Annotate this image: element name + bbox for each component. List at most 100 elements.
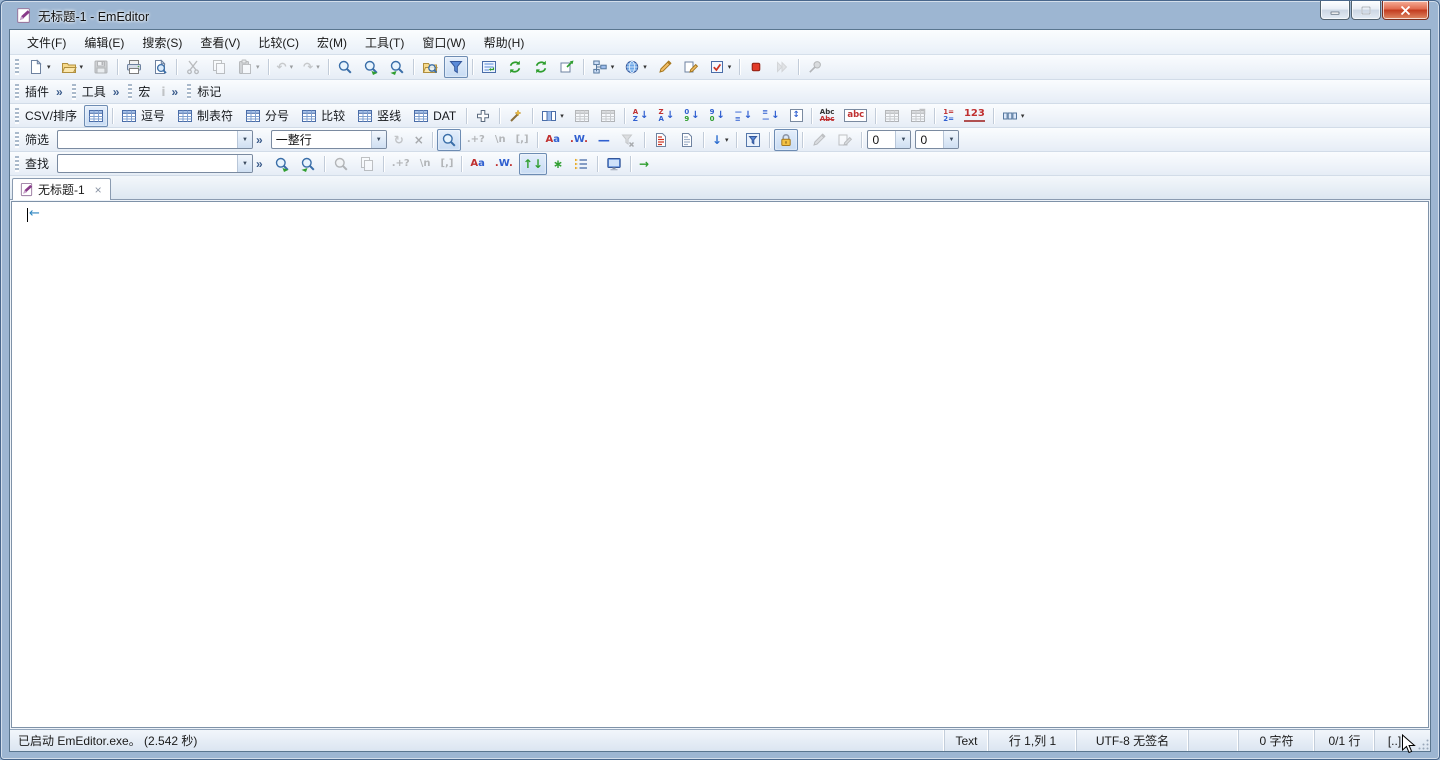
find-in-files-button[interactable] (385, 56, 409, 78)
filter-overflow-chevron[interactable]: » (256, 133, 263, 147)
replace-button[interactable] (359, 56, 383, 78)
menu-view[interactable]: 查看(V) (191, 30, 249, 55)
duplicate-options-button[interactable]: abc (840, 105, 871, 127)
editor-canvas[interactable]: ← (11, 201, 1429, 728)
toolbar-grip[interactable] (15, 108, 19, 124)
toolbar-grip[interactable] (15, 132, 19, 148)
csv-dat-button[interactable]: DAT (409, 105, 462, 127)
print-button[interactable] (122, 56, 146, 78)
filter-direction-button[interactable]: ↓▾ (708, 129, 733, 151)
show-unmatched-lines-button[interactable] (675, 129, 699, 151)
close-button[interactable] (1382, 1, 1429, 20)
tab-close-button[interactable]: × (93, 183, 104, 197)
menu-help[interactable]: 帮助(H) (475, 30, 534, 55)
find-match-case-button[interactable]: Aa (466, 153, 489, 175)
advanced-sort-button[interactable]: ↕ (786, 105, 807, 127)
marker-2-button[interactable] (679, 56, 703, 78)
csv-normal-mode-button[interactable] (84, 105, 108, 127)
dropdown-arrow-icon[interactable]: ▼ (943, 131, 958, 148)
status-doc-type[interactable]: Text (944, 730, 988, 751)
filter-find-button[interactable] (437, 129, 461, 151)
add-csv-format-button[interactable] (471, 105, 495, 127)
record-macro-button[interactable] (744, 56, 768, 78)
negative-filter-button[interactable]: — (594, 129, 614, 151)
sort-length-asc-button[interactable]: —≡↓ (731, 105, 756, 127)
sort-0-9-button[interactable]: 09↓ (680, 105, 703, 127)
csv-pipe-button[interactable]: 竖线 (353, 105, 407, 127)
select-column-button[interactable]: ▾ (537, 105, 568, 127)
refresh-view-button[interactable] (529, 56, 553, 78)
menu-file[interactable]: 文件(F) (18, 30, 75, 55)
menu-search[interactable]: 搜索(S) (133, 30, 191, 55)
show-matched-lines-button[interactable] (649, 129, 673, 151)
sort-9-0-button[interactable]: 90↓ (706, 105, 729, 127)
toolbar-grip[interactable] (72, 84, 76, 100)
customize-button[interactable]: ▾ (705, 56, 736, 78)
filter-scope[interactable]: 一整行▼ (271, 130, 387, 149)
insert-numbering-button[interactable]: 1=2= (939, 105, 958, 127)
menu-edit[interactable]: 编辑(E) (75, 30, 133, 55)
open-external-button[interactable] (555, 56, 579, 78)
toolbar-grip[interactable] (15, 156, 19, 172)
find-previous-button[interactable] (296, 153, 320, 175)
sort-a-z-button[interactable]: AZ↓ (629, 105, 653, 127)
filter-whole-word-button[interactable]: .W. (566, 129, 592, 151)
search-all-documents-button[interactable]: ∗ (549, 153, 567, 175)
display-ruler-button[interactable]: 123 (960, 105, 989, 127)
dropdown-arrow-icon[interactable]: ▼ (237, 131, 252, 148)
filter-match-case-button[interactable]: Aa (542, 129, 565, 151)
csv-comma-button[interactable]: 逗号 (117, 105, 171, 127)
outline-button[interactable]: ▾ (588, 56, 619, 78)
dropdown-arrow-icon[interactable]: ▼ (371, 131, 386, 148)
encoding-button[interactable]: ▾ (620, 56, 651, 78)
csv-converter-button[interactable] (504, 105, 528, 127)
find-overflow-chevron[interactable]: » (256, 157, 263, 171)
filter-dialog-button[interactable] (741, 129, 765, 151)
toolbar-grip[interactable] (15, 59, 19, 75)
status-line-count[interactable]: 0/1 行 (1314, 730, 1374, 751)
plugins-overflow-chevron[interactable]: » (56, 85, 63, 99)
status-encoding[interactable]: UTF-8 无签名 (1076, 730, 1188, 751)
status-char-count[interactable]: 0 字符 (1238, 730, 1314, 751)
maximize-button[interactable] (1351, 1, 1381, 20)
status-cursor-position[interactable]: 行 1,列 1 (988, 730, 1076, 751)
bookmark-all-button[interactable] (569, 153, 593, 175)
next-document-button[interactable]: → (635, 153, 653, 175)
csv-compare-button[interactable]: 比较 (297, 105, 351, 127)
find-button[interactable] (333, 56, 357, 78)
marker-1-button[interactable] (653, 56, 677, 78)
find-whole-word-button[interactable]: .W. (491, 153, 517, 175)
heading-select-button[interactable]: ▾ (998, 105, 1029, 127)
toolbar-grip[interactable] (15, 84, 19, 100)
focus-view-button[interactable] (602, 153, 626, 175)
filter-toolbar-toggle-button[interactable] (444, 56, 468, 78)
delete-duplicate-lines-button[interactable]: AbcAbc (816, 105, 839, 127)
find-in-files-results-button[interactable] (418, 56, 442, 78)
toolbar-grip[interactable] (187, 84, 191, 100)
tab-untitled-1[interactable]: 无标题-1 × (12, 178, 111, 200)
toolbar-grip[interactable] (128, 84, 132, 100)
sort-z-a-button[interactable]: ZA↓ (655, 105, 679, 127)
minimize-button[interactable] (1320, 1, 1350, 20)
sort-length-desc-button[interactable]: ≡—↓ (758, 105, 783, 127)
find-next-button[interactable] (270, 153, 294, 175)
print-preview-button[interactable] (148, 56, 172, 78)
csv-tab-button[interactable]: 制表符 (173, 105, 239, 127)
filter-input[interactable]: ▼ (57, 130, 253, 149)
menu-compare[interactable]: 比较(C) (249, 30, 308, 55)
wrap-mode-button[interactable] (477, 56, 501, 78)
find-input[interactable]: ▼ (57, 154, 253, 173)
wrap-around-search-button[interactable]: ↑↓ (519, 153, 547, 175)
menu-macros[interactable]: 宏(M) (308, 30, 356, 55)
csv-semicolon-button[interactable]: 分号 (241, 105, 295, 127)
status-blank[interactable] (1188, 730, 1238, 751)
filter-column-1[interactable]: 0▼ (867, 130, 911, 149)
open-button[interactable]: ▾ (57, 56, 88, 78)
menu-tools[interactable]: 工具(T) (356, 30, 413, 55)
tools-overflow-chevron[interactable]: » (113, 85, 120, 99)
filter-lock-button[interactable] (774, 129, 798, 151)
reload-document-button[interactable] (503, 56, 527, 78)
macros-overflow-chevron[interactable]: » (172, 85, 179, 99)
new-button[interactable]: ▾ (24, 56, 55, 78)
menu-window[interactable]: 窗口(W) (413, 30, 474, 55)
